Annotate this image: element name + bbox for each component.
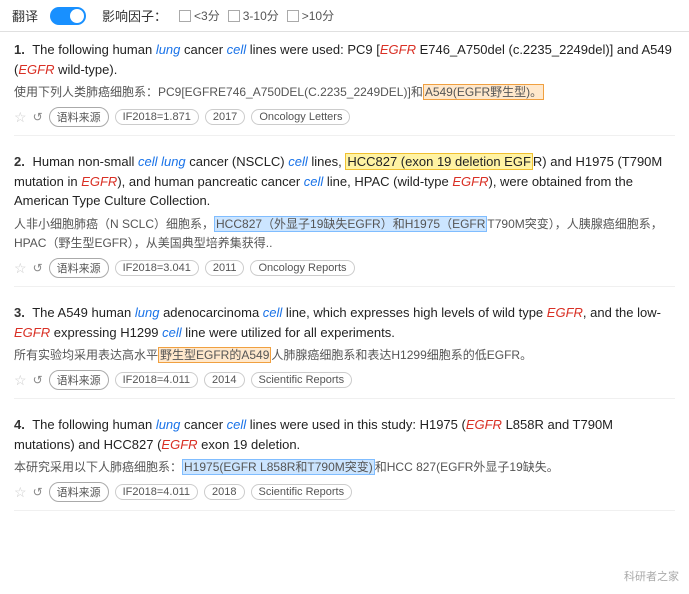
filter-3to10[interactable]: 3-10分 <box>228 7 279 24</box>
result-2-en: 2. Human non-small cell lung cancer (NSC… <box>14 152 675 211</box>
result-2-number: 2. <box>14 154 25 169</box>
filter-more10[interactable]: >10分 <box>287 7 334 24</box>
result-2-footer: ☆ ↺ 语料来源 IF2018=3.041 2011 Oncology Repo… <box>14 258 675 278</box>
checkbox-3to10[interactable] <box>228 10 240 22</box>
if-badge-4: IF2018=4.011 <box>115 484 198 500</box>
result-3-cn: 所有实验均采用表达高水平野生型EGFR的A549人肺腺癌细胞系和表达H1299细… <box>14 346 675 365</box>
result-1-number: 1. <box>14 42 25 57</box>
checkbox-less3[interactable] <box>179 10 191 22</box>
filter-more10-label: >10分 <box>302 7 334 24</box>
result-3-footer: ☆ ↺ 语料来源 IF2018=4.011 2014 Scientific Re… <box>14 370 675 390</box>
translate-label: 翻译 <box>12 6 38 25</box>
star-icon-1[interactable]: ☆ <box>14 109 27 126</box>
journal-badge-1: Oncology Letters <box>251 109 350 125</box>
journal-badge-2: Oncology Reports <box>250 260 354 276</box>
result-3-number: 3. <box>14 305 25 320</box>
toggle-switch[interactable] <box>50 7 86 25</box>
source-badge-1[interactable]: 语料来源 <box>49 107 109 127</box>
result-item-2: 2. Human non-small cell lung cancer (NSC… <box>14 152 675 287</box>
result-1-en-text: The following human lung cancer cell lin… <box>14 42 672 77</box>
result-item-1: 1. The following human lung cancer cell … <box>14 40 675 136</box>
filter-less3[interactable]: <3分 <box>179 7 220 24</box>
result-4-en-text: The following human lung cancer cell lin… <box>14 417 613 452</box>
influence-label: 影响因子： <box>102 6 167 25</box>
result-3-en-text: The A549 human lung adenocarcinoma cell … <box>14 305 661 340</box>
star-icon-4[interactable]: ☆ <box>14 484 27 501</box>
top-bar: 翻译 影响因子： <3分 3-10分 >10分 <box>0 0 689 32</box>
result-2-en-text: Human non-small cell lung cancer (NSCLC)… <box>14 153 662 208</box>
star-icon-3[interactable]: ☆ <box>14 372 27 389</box>
journal-badge-4: Scientific Reports <box>251 484 353 500</box>
watermark: 科研者之家 <box>624 568 679 584</box>
result-2-cn: 人非小细胞肺癌（N SCLC）细胞系，HCC827（外显子19缺失EGFR）和H… <box>14 215 675 253</box>
result-1-footer: ☆ ↺ 语料来源 IF2018=1.871 2017 Oncology Lett… <box>14 107 675 127</box>
refresh-icon-4[interactable]: ↺ <box>33 485 43 499</box>
year-badge-1: 2017 <box>205 109 245 125</box>
if-badge-2: IF2018=3.041 <box>115 260 199 276</box>
result-item-4: 4. The following human lung cancer cell … <box>14 415 675 511</box>
result-3-en: 3. The A549 human lung adenocarcinoma ce… <box>14 303 675 342</box>
result-4-en: 4. The following human lung cancer cell … <box>14 415 675 454</box>
star-icon-2[interactable]: ☆ <box>14 260 27 277</box>
refresh-icon-1[interactable]: ↺ <box>33 110 43 124</box>
refresh-icon-3[interactable]: ↺ <box>33 373 43 387</box>
result-4-cn: 本研究采用以下人肺癌细胞系：H1975(EGFR L858R和T790M突变)和… <box>14 458 675 477</box>
journal-badge-3: Scientific Reports <box>251 372 353 388</box>
result-item-3: 3. The A549 human lung adenocarcinoma ce… <box>14 303 675 399</box>
result-4-footer: ☆ ↺ 语料来源 IF2018=4.011 2018 Scientific Re… <box>14 482 675 502</box>
year-badge-3: 2014 <box>204 372 244 388</box>
watermark-text: 科研者之家 <box>624 571 679 583</box>
checkbox-more10[interactable] <box>287 10 299 22</box>
if-badge-3: IF2018=4.011 <box>115 372 198 388</box>
source-badge-4[interactable]: 语料来源 <box>49 482 109 502</box>
if-badge-1: IF2018=1.871 <box>115 109 199 125</box>
content-area: 1. The following human lung cancer cell … <box>0 32 689 535</box>
filter-group: <3分 3-10分 >10分 <box>179 7 334 24</box>
result-1-cn: 使用下列人类肺癌细胞系：PC9[EGFRE746_A750DEL(C.2235_… <box>14 83 675 102</box>
result-1-en: 1. The following human lung cancer cell … <box>14 40 675 79</box>
source-badge-3[interactable]: 语料来源 <box>49 370 109 390</box>
year-badge-4: 2018 <box>204 484 244 500</box>
result-4-number: 4. <box>14 417 25 432</box>
filter-less3-label: <3分 <box>194 7 220 24</box>
refresh-icon-2[interactable]: ↺ <box>33 261 43 275</box>
year-badge-2: 2011 <box>205 260 245 276</box>
filter-3to10-label: 3-10分 <box>243 7 279 24</box>
source-badge-2[interactable]: 语料来源 <box>49 258 109 278</box>
